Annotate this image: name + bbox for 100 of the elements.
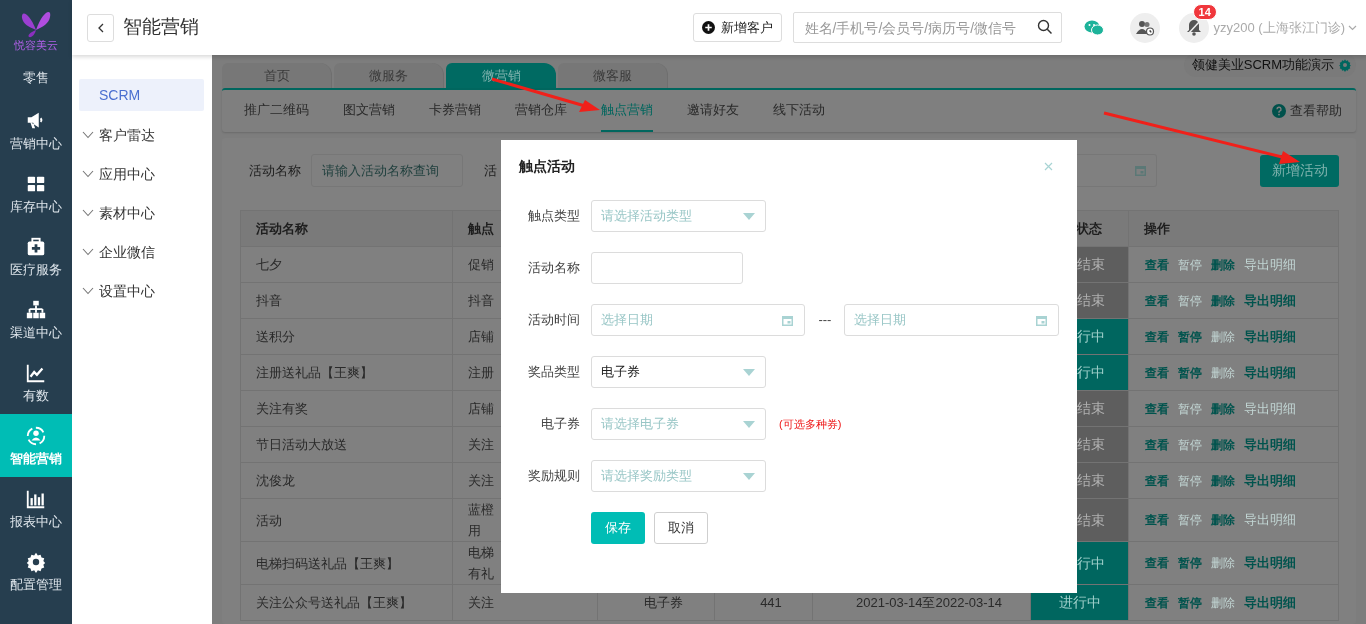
action-link[interactable]: 导出明细 — [1244, 592, 1296, 613]
action-link[interactable]: 导出明细 — [1244, 326, 1296, 347]
rail-item[interactable]: 智能营销 — [0, 414, 72, 477]
range-separator: --- — [817, 311, 833, 330]
field-label: 电子券 — [540, 415, 580, 434]
select-field[interactable]: 请选择电子券 — [591, 408, 766, 440]
plus-circle-icon — [701, 21, 715, 34]
action-link[interactable]: 导出明细 — [1244, 290, 1296, 311]
rail-item[interactable]: 报表中心 — [0, 477, 72, 540]
rail-item[interactable]: 配置管理 — [0, 540, 72, 603]
action-link[interactable]: 删除 — [1211, 291, 1235, 310]
action-link[interactable]: 暂停 — [1178, 327, 1202, 346]
submenu-item[interactable]: 素材中心 — [79, 197, 204, 229]
table-cell-text: 关注 — [468, 472, 494, 490]
action-link[interactable]: 查看 — [1145, 511, 1169, 529]
submenu-item[interactable]: SCRM — [79, 79, 204, 111]
field-label: 活动时间 — [526, 311, 580, 330]
new-customer-button[interactable]: 新增客户 — [692, 13, 782, 42]
subnav-tab[interactable]: 邀请好友 — [687, 90, 739, 132]
caret-down-icon — [743, 420, 755, 428]
rail-item[interactable]: 零售 — [0, 65, 72, 99]
chevron-down-icon — [82, 287, 94, 295]
action-link[interactable]: 查看 — [1145, 327, 1169, 346]
search-field[interactable]: 姓名/手机号/会员号/病历号/微信号 — [792, 12, 1062, 43]
subnav-tab[interactable]: 推广二维码 — [244, 90, 309, 132]
chevron-left-icon — [96, 22, 105, 33]
select-field[interactable]: 请选择活动类型 — [591, 200, 766, 232]
save-button[interactable]: 保存 — [591, 512, 645, 544]
medical-kit-icon — [25, 235, 47, 258]
name-search-field[interactable]: 请输入活动名称查询 — [311, 154, 463, 187]
chat-bubbles-icon[interactable] — [1083, 19, 1104, 36]
subnav-tab[interactable]: 触点营销 — [601, 90, 653, 132]
help-link[interactable]: 查看帮助 — [1272, 90, 1342, 132]
table-cell-text: 节日活动大放送 — [256, 436, 347, 454]
action-link[interactable]: 删除 — [1211, 471, 1235, 490]
action-link[interactable]: 暂停 — [1178, 593, 1202, 612]
help-icon — [1272, 104, 1286, 118]
action-link[interactable]: 查看 — [1145, 435, 1169, 454]
submenu-item[interactable]: 客户雷达 — [79, 119, 204, 151]
rail-item[interactable]: 营销中心 — [0, 99, 72, 162]
close-icon[interactable] — [1044, 161, 1053, 171]
action-link[interactable]: 查看 — [1145, 471, 1169, 490]
date-field[interactable]: 选择日期 — [844, 304, 1059, 336]
rail-item[interactable]: 有数 — [0, 351, 72, 414]
rail-item[interactable]: 医疗服务 — [0, 225, 72, 288]
submenu-item[interactable]: 设置中心 — [79, 275, 204, 307]
action-link[interactable]: 查看 — [1145, 363, 1169, 382]
caret-down-icon — [743, 368, 755, 376]
calendar-icon — [1035, 313, 1048, 327]
date-field[interactable]: 选择日期 — [590, 304, 806, 336]
subnav-tab[interactable]: 图文营销 — [343, 90, 395, 132]
table-cell-text: 关注 — [468, 436, 494, 454]
action-link[interactable]: 查看 — [1145, 255, 1169, 274]
field-label: 触点类型 — [527, 207, 580, 226]
table-cell-text: 关注 — [468, 594, 494, 612]
table-cell-text: 关注公众号送礼品【王爽】 — [256, 594, 412, 612]
settings-icon[interactable] — [1338, 58, 1352, 72]
text-input-field[interactable] — [591, 252, 743, 284]
add-activity-button[interactable]: 新增活动 — [1260, 154, 1339, 187]
action-link[interactable]: 删除 — [1211, 399, 1235, 418]
submenu-item[interactable]: 应用中心 — [79, 158, 204, 190]
user-menu[interactable]: yzy200 (上海张江门诊) — [1213, 17, 1357, 38]
calendar-icon — [781, 313, 795, 327]
table-cell-text: 活动 — [256, 511, 282, 530]
action-link[interactable]: 查看 — [1145, 593, 1169, 612]
submenu-item[interactable]: 企业微信 — [79, 236, 204, 268]
action-link[interactable]: 查看 — [1145, 554, 1169, 572]
rail-item[interactable]: 渠道中心 — [0, 288, 72, 351]
action-link[interactable]: 导出明细 — [1244, 362, 1296, 383]
user-group-icon[interactable] — [1129, 12, 1160, 43]
tab[interactable]: 微服务 — [334, 63, 444, 88]
action-link[interactable]: 暂停 — [1178, 363, 1202, 382]
back-button[interactable] — [87, 13, 114, 42]
action-link[interactable]: 查看 — [1145, 399, 1169, 418]
caret-down-icon — [743, 472, 755, 480]
cancel-button[interactable]: 取消 — [654, 512, 708, 544]
table-cell-text: 441 — [760, 594, 782, 612]
subnav-tab[interactable]: 线下活动 — [773, 90, 825, 132]
subnav-tab[interactable]: 营销仓库 — [515, 90, 567, 132]
action-link[interactable]: 暂停 — [1178, 554, 1202, 572]
notification-badge: 14 — [1192, 3, 1217, 20]
search-icon[interactable] — [1036, 19, 1053, 35]
table-cell-text: 注册送礼品【王爽】 — [256, 364, 373, 382]
action-link[interactable]: 查看 — [1145, 291, 1169, 310]
action-link[interactable]: 导出明细 — [1244, 470, 1296, 491]
action-link[interactable]: 删除 — [1211, 255, 1235, 274]
calendar-icon — [1134, 164, 1147, 177]
table-cell-text: 店铺 — [468, 400, 494, 418]
select-field[interactable]: 请选择奖励类型 — [591, 460, 766, 492]
table-cell-text: 蓝橙用 — [468, 501, 495, 540]
action-link[interactable]: 删除 — [1211, 435, 1235, 454]
tab[interactable]: 微客服 — [558, 63, 668, 88]
action-link[interactable]: 导出明细 — [1244, 553, 1296, 573]
dialog-title: 触点活动 — [519, 156, 575, 176]
subnav-tab[interactable]: 卡券营销 — [429, 90, 481, 132]
action-link[interactable]: 删除 — [1211, 511, 1235, 529]
select-field[interactable]: 电子券 — [591, 356, 766, 388]
chevron-down-icon — [82, 248, 94, 256]
action-link[interactable]: 导出明细 — [1244, 434, 1296, 455]
rail-item[interactable]: 库存中心 — [0, 162, 72, 225]
